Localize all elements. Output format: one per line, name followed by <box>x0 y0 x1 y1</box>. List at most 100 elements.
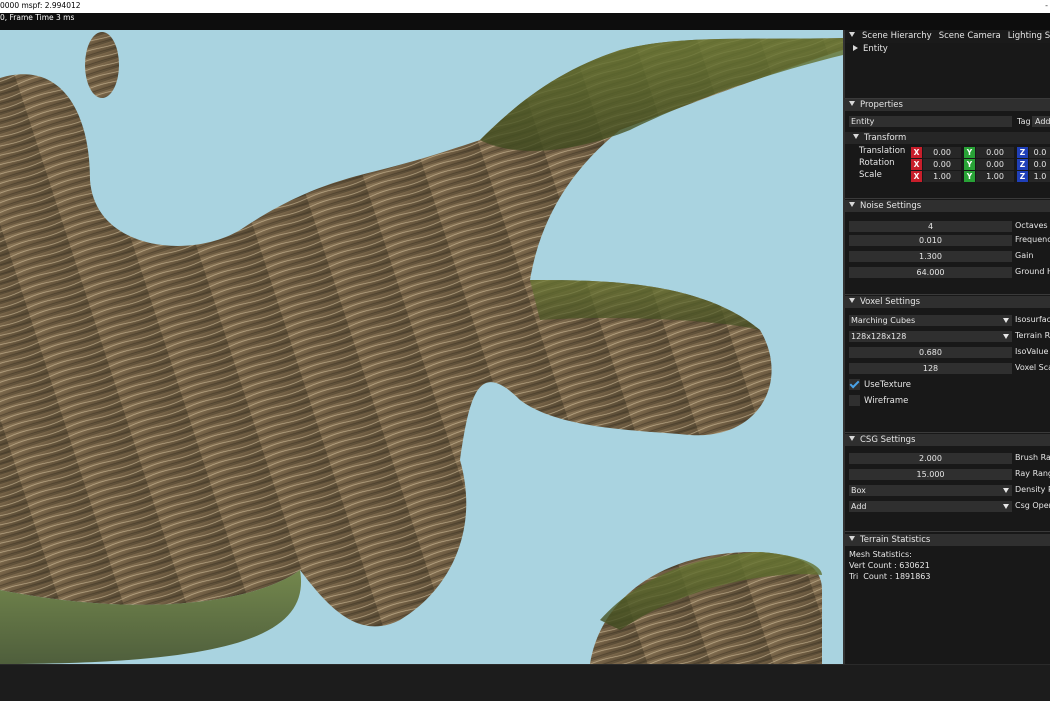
octaves-input[interactable]: 4 <box>849 221 1012 232</box>
tab-scene-hierarchy[interactable]: Scene Hierarchy <box>862 30 932 43</box>
terrain-resolution-label: Terrain Re <box>1015 331 1050 340</box>
divider <box>845 432 1050 433</box>
terrain-statistics-header[interactable]: Terrain Statistics <box>845 534 1050 546</box>
csg-settings-header[interactable]: CSG Settings <box>845 434 1050 446</box>
translation-z-input[interactable]: 0.0 <box>1029 147 1050 158</box>
floating-rock <box>85 32 119 98</box>
use-texture-label: UseTexture <box>864 380 911 390</box>
hierarchy-entity[interactable]: Entity <box>845 44 888 54</box>
collapse-icon <box>853 134 859 139</box>
window-titlebar: 0000 mspf: 2.994012 - <box>0 0 1050 13</box>
density-primitive-label: Density P <box>1015 485 1050 494</box>
scale-y-input[interactable]: 1.00 <box>976 171 1014 182</box>
rotation-z-input[interactable]: 0.0 <box>1029 159 1050 170</box>
rotation-label: Rotation <box>859 158 895 168</box>
isovalue-label: IsoValue <box>1015 347 1049 356</box>
tag-label: Tag <box>1017 117 1031 126</box>
ray-range-label: Ray Range <box>1015 469 1050 478</box>
translation-label: Translation <box>859 146 906 156</box>
wireframe-label: Wireframe <box>864 396 909 406</box>
terrain-rock <box>0 38 843 627</box>
translation-y-button[interactable]: Y <box>964 147 975 158</box>
status-bar <box>0 664 1050 701</box>
voxel-settings-title: Voxel Settings <box>860 297 921 307</box>
ray-range-input[interactable]: 15.000 <box>849 469 1012 480</box>
checkmark-icon <box>849 378 860 389</box>
isosurface-select[interactable]: Marching Cubes <box>849 315 1012 326</box>
voxel-scale-label: Voxel Sca <box>1015 363 1050 372</box>
chevron-down-icon <box>1003 334 1009 339</box>
entity-name-input[interactable]: Entity <box>849 116 1012 127</box>
collapse-icon <box>849 202 855 207</box>
noise-settings-header[interactable]: Noise Settings <box>845 200 1050 212</box>
brush-radius-label: Brush Rad <box>1015 453 1050 462</box>
window-title: 0000 mspf: 2.994012 <box>0 1 81 10</box>
collapse-icon <box>849 436 855 441</box>
csg-operation-select[interactable]: Add <box>849 501 1012 512</box>
scale-x-input[interactable]: 1.00 <box>923 171 961 182</box>
density-primitive-value: Box <box>851 486 866 495</box>
density-primitive-select[interactable]: Box <box>849 485 1012 496</box>
properties-header[interactable]: Properties <box>845 99 1050 111</box>
inspector-panel: Scene Hierarchy Scene Camera Lighting Sett… <box>843 30 1050 664</box>
collapse-icon[interactable] <box>849 32 855 37</box>
scale-z-input[interactable]: 1.0 <box>1029 171 1050 182</box>
divider <box>845 531 1050 532</box>
frequency-input[interactable]: 0.010 <box>849 235 1012 246</box>
noise-settings-title: Noise Settings <box>860 201 922 211</box>
wireframe-checkbox[interactable] <box>849 395 860 406</box>
panel-tabs: Scene Hierarchy Scene Camera Lighting Sett… <box>845 30 1050 43</box>
terrain-grass-top <box>480 38 843 151</box>
tri-count: Tri Count : 1891863 <box>849 572 931 581</box>
scale-z-button[interactable]: Z <box>1017 171 1028 182</box>
hierarchy-entity-label: Entity <box>863 44 888 54</box>
expand-icon <box>853 45 858 51</box>
translation-x-button[interactable]: X <box>911 147 922 158</box>
tab-lighting-settings[interactable]: Lighting Setting <box>1008 30 1050 43</box>
brush-radius-input[interactable]: 2.000 <box>849 453 1012 464</box>
rotation-y-button[interactable]: Y <box>964 159 975 170</box>
scale-y-button[interactable]: Y <box>964 171 975 182</box>
translation-y-input[interactable]: 0.00 <box>976 147 1014 158</box>
frequency-label: Frequenc <box>1015 235 1050 244</box>
rotation-y-input[interactable]: 0.00 <box>976 159 1014 170</box>
csg-settings-title: CSG Settings <box>860 435 916 445</box>
ground-height-label: Ground H <box>1015 267 1050 276</box>
terrain-resolution-select[interactable]: 128x128x128 <box>849 331 1012 342</box>
mesh-statistics-label: Mesh Statistics: <box>849 550 912 559</box>
minimize-icon[interactable]: - <box>1045 0 1048 12</box>
voxel-settings-header[interactable]: Voxel Settings <box>845 296 1050 308</box>
rotation-x-input[interactable]: 0.00 <box>923 159 961 170</box>
collapse-icon <box>849 298 855 303</box>
vert-count: Vert Count : 630621 <box>849 561 930 570</box>
translation-z-button[interactable]: Z <box>1017 147 1028 158</box>
gain-input[interactable]: 1.300 <box>849 251 1012 262</box>
collapse-icon <box>849 101 855 106</box>
isovalue-input[interactable]: 0.680 <box>849 347 1012 358</box>
collapse-icon <box>849 536 855 541</box>
tab-scene-camera[interactable]: Scene Camera <box>939 30 1001 43</box>
add-component-button[interactable]: Add <box>1032 116 1050 127</box>
terrain-statistics-title: Terrain Statistics <box>860 535 931 545</box>
ground-height-input[interactable]: 64.000 <box>849 267 1012 278</box>
octaves-label: Octaves <box>1015 221 1048 230</box>
use-texture-checkbox[interactable] <box>849 378 860 390</box>
divider <box>845 198 1050 199</box>
divider <box>845 294 1050 295</box>
csg-operation-value: Add <box>851 502 867 511</box>
terrain-resolution-value: 128x128x128 <box>851 332 907 341</box>
isosurface-label: Isosurfac <box>1015 315 1050 324</box>
chevron-down-icon <box>1003 488 1009 493</box>
properties-title: Properties <box>860 100 903 110</box>
transform-title: Transform <box>864 133 907 143</box>
rotation-x-button[interactable]: X <box>911 159 922 170</box>
voxel-scale-input[interactable]: 128 <box>849 363 1012 374</box>
chevron-down-icon <box>1003 318 1009 323</box>
rotation-z-button[interactable]: Z <box>1017 159 1028 170</box>
translation-x-input[interactable]: 0.00 <box>923 147 961 158</box>
scale-label: Scale <box>859 170 882 180</box>
frame-info-bar: 0, Frame Time 3 ms <box>0 13 1050 30</box>
transform-header[interactable]: Transform <box>845 132 1050 144</box>
scale-x-button[interactable]: X <box>911 171 922 182</box>
scene-viewport[interactable] <box>0 30 843 664</box>
